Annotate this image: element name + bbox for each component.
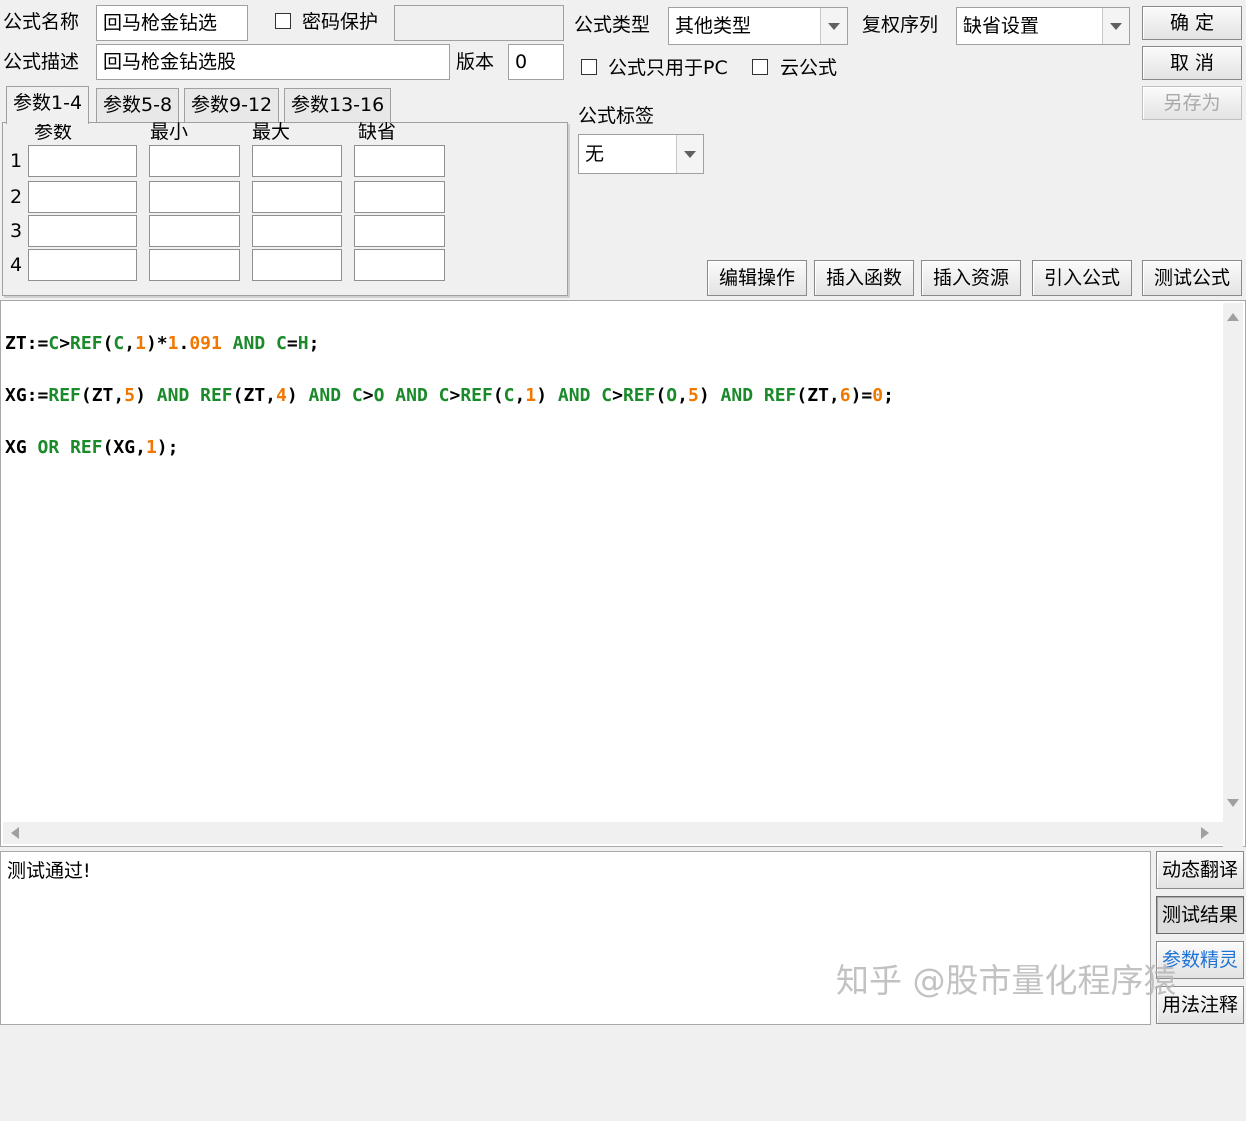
- pc-only-checkbox[interactable]: [581, 59, 597, 75]
- adjust-seq-label: 复权序列: [862, 14, 939, 36]
- password-input[interactable]: [394, 5, 564, 41]
- formula-tag-value: 无: [585, 143, 605, 165]
- tab-params-13-16[interactable]: 参数13-16: [284, 88, 392, 122]
- ok-button[interactable]: 确 定: [1142, 6, 1242, 40]
- param-name-input[interactable]: [28, 181, 137, 213]
- formula-name-input[interactable]: 回马枪金钻选: [96, 5, 248, 41]
- password-checkbox[interactable]: [275, 13, 291, 29]
- param-default-input[interactable]: [354, 181, 445, 213]
- formula-tag-label: 公式标签: [578, 105, 655, 127]
- code-content[interactable]: ZT:=C>REF(C,1)*1.091 AND C=H; XG:=REF(ZT…: [5, 305, 894, 513]
- param-row-number: 1: [10, 150, 23, 172]
- code-editor[interactable]: ZT:=C>REF(C,1)*1.091 AND C=H; XG:=REF(ZT…: [0, 300, 1246, 1121]
- formula-name-label: 公式名称: [3, 11, 80, 33]
- horizontal-scrollbar[interactable]: [3, 822, 1223, 844]
- save-as-button[interactable]: 另存为: [1142, 86, 1242, 120]
- chevron-down-icon[interactable]: [1102, 8, 1129, 44]
- import-formula-button[interactable]: 引入公式: [1032, 260, 1132, 296]
- tab-params-1-4[interactable]: 参数1-4: [6, 86, 90, 124]
- param-header-default: 缺省: [358, 121, 397, 143]
- param-default-input[interactable]: [354, 215, 445, 247]
- test-output-text: 测试通过!: [7, 860, 91, 882]
- scroll-up-icon[interactable]: [1227, 313, 1239, 321]
- watermark-text: 知乎 @股市量化程序猿: [836, 961, 1177, 1000]
- param-row-number: 4: [10, 254, 23, 276]
- formula-tag-select[interactable]: 无: [578, 134, 704, 174]
- password-label: 密码保护: [302, 11, 379, 33]
- formula-type-label: 公式类型: [574, 14, 651, 36]
- code-line-2: XG:=REF(ZT,5) AND REF(ZT,4) AND C>O AND …: [5, 385, 894, 406]
- edit-ops-button[interactable]: 编辑操作: [707, 260, 807, 296]
- tab-params-5-8[interactable]: 参数5-8: [96, 88, 180, 122]
- scroll-left-icon[interactable]: [11, 827, 19, 839]
- param-row-number: 2: [10, 186, 23, 208]
- version-label: 版本: [456, 51, 495, 73]
- test-formula-button[interactable]: 测试公式: [1142, 260, 1242, 296]
- cloud-checkbox[interactable]: [752, 59, 768, 75]
- chevron-down-icon[interactable]: [820, 8, 847, 44]
- param-max-input[interactable]: [252, 145, 342, 177]
- tab-params-9-12[interactable]: 参数9-12: [184, 88, 280, 122]
- formula-type-value: 其他类型: [675, 15, 752, 37]
- insert-resource-button[interactable]: 插入资源: [921, 260, 1021, 296]
- scroll-down-icon[interactable]: [1227, 799, 1239, 807]
- pc-only-label: 公式只用于PC: [608, 57, 728, 79]
- param-max-input[interactable]: [252, 215, 342, 247]
- param-max-input[interactable]: [252, 249, 342, 281]
- param-min-input[interactable]: [149, 249, 240, 281]
- param-default-input[interactable]: [354, 249, 445, 281]
- param-row-number: 3: [10, 220, 23, 242]
- adjust-seq-select[interactable]: 缺省设置: [956, 7, 1130, 45]
- param-name-input[interactable]: [28, 145, 137, 177]
- cloud-label: 云公式: [780, 57, 838, 79]
- dynamic-translate-button[interactable]: 动态翻译: [1156, 851, 1244, 889]
- cancel-button[interactable]: 取 消: [1142, 46, 1242, 80]
- param-name-input[interactable]: [28, 249, 137, 281]
- formula-type-select[interactable]: 其他类型: [668, 7, 848, 45]
- chevron-down-icon[interactable]: [676, 135, 703, 173]
- param-header-min: 最小: [150, 121, 189, 143]
- code-line-1: ZT:=C>REF(C,1)*1.091 AND C=H;: [5, 333, 320, 354]
- param-min-input[interactable]: [149, 215, 240, 247]
- scroll-right-icon[interactable]: [1201, 827, 1209, 839]
- code-line-3: XG OR REF(XG,1);: [5, 437, 179, 458]
- param-max-input[interactable]: [252, 181, 342, 213]
- param-default-input[interactable]: [354, 145, 445, 177]
- adjust-seq-value: 缺省设置: [963, 15, 1040, 37]
- param-header-max: 最大: [252, 121, 291, 143]
- formula-desc-input[interactable]: 回马枪金钻选股: [96, 44, 450, 80]
- param-min-input[interactable]: [149, 145, 240, 177]
- version-input[interactable]: 0: [508, 44, 564, 80]
- param-min-input[interactable]: [149, 181, 240, 213]
- test-result-button[interactable]: 测试结果: [1156, 896, 1244, 934]
- insert-function-button[interactable]: 插入函数: [814, 260, 914, 296]
- param-name-input[interactable]: [28, 215, 137, 247]
- formula-desc-label: 公式描述: [3, 51, 80, 73]
